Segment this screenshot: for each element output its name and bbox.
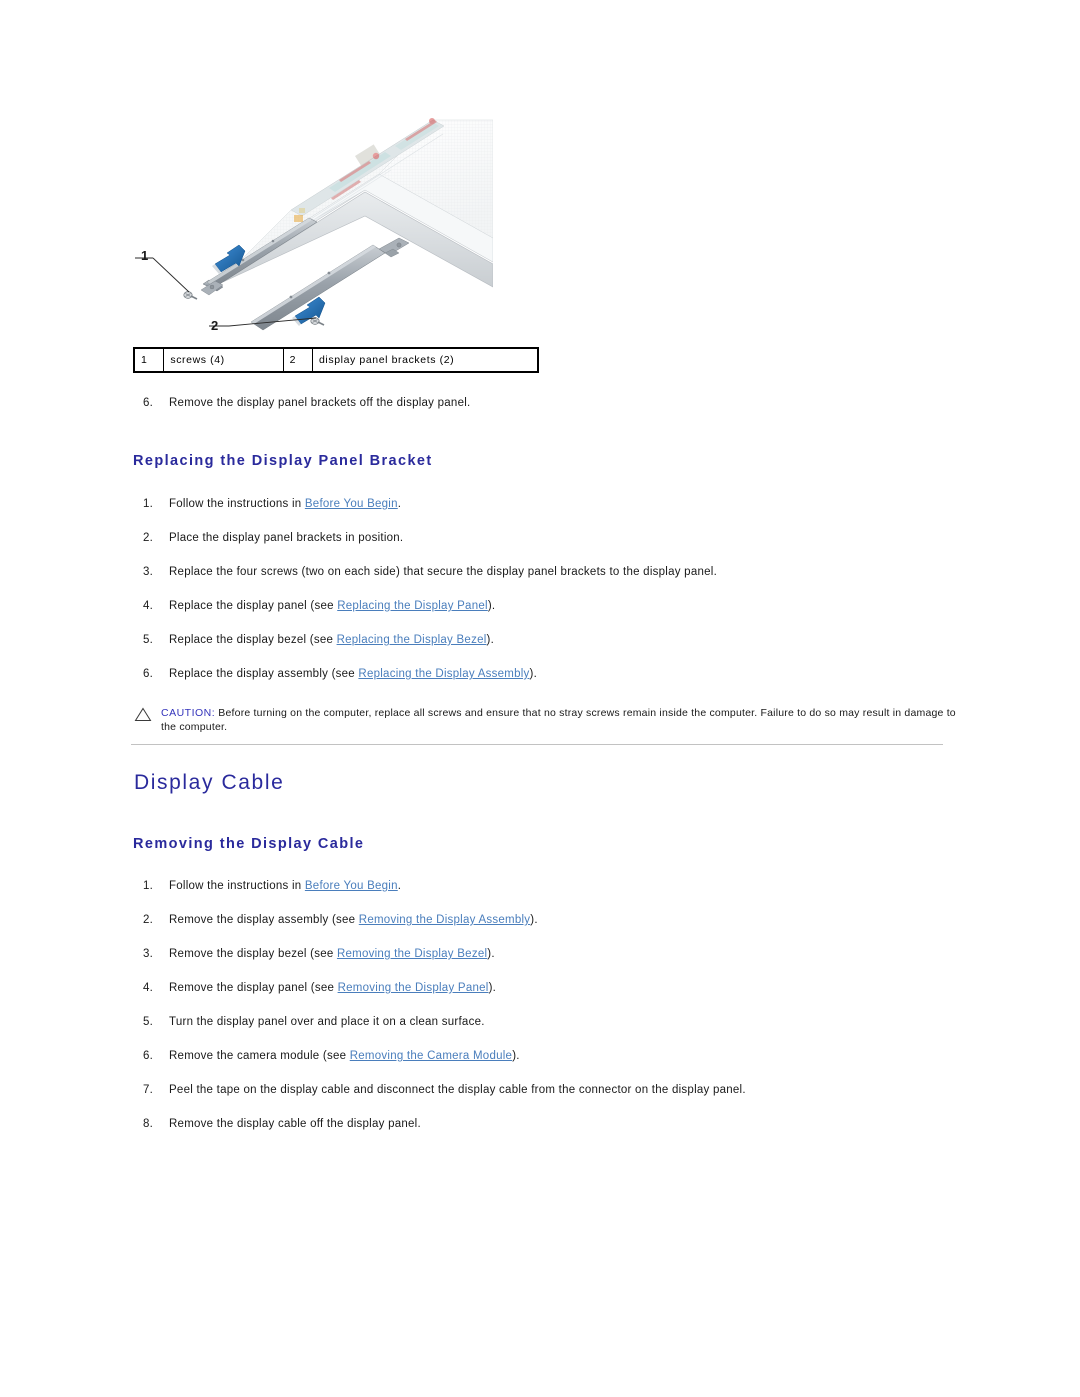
step-number: 6. [143,1050,154,1062]
step-text-tail: ). [488,982,497,994]
cross-reference-link[interactable]: Removing the Display Panel [338,982,489,994]
cross-reference-link[interactable]: Replacing the Display Assembly [358,668,529,680]
list-item: 1. Follow the instructions in Before You … [133,497,953,511]
step-text: Remove the camera module (see [169,1050,350,1062]
list-item: 2. Remove the display assembly (see Remov… [133,913,953,927]
step-text: Place the display panel brackets in posi… [169,532,404,544]
display-panel-bracket-figure: 1 2 [133,112,493,340]
cross-reference-link[interactable]: Removing the Display Assembly [359,914,531,926]
step-number: 2. [143,532,154,544]
step-text: Follow the instructions in [169,498,305,510]
step-number: 6. [143,668,154,680]
heading-display-cable: Display Cable [134,771,285,794]
list-item: 6. Remove the camera module (see Removing… [133,1049,953,1063]
step-text-tail: . [397,880,402,892]
list-item: 8. Remove the display cable off the displ… [133,1117,953,1131]
list-item: 4. Replace the display panel (see Replaci… [133,599,953,613]
step-text: Peel the tape on the display cable and d… [169,1084,746,1096]
step-text: Remove the display panel brackets off th… [169,397,471,409]
list-item: 6. Replace the display assembly (see Repl… [133,667,953,681]
step-number: 7. [143,1084,154,1096]
step-number: 5. [143,634,154,646]
step-text: Remove the display bezel (see [169,948,337,960]
step-text-tail: ). [529,668,538,680]
list-item: 7. Peel the tape on the display cable and… [133,1083,953,1097]
step-number: 4. [143,982,154,994]
figure-callout-table: 1 screws (4) 2 display panel brackets (2… [133,347,539,373]
section-divider [131,744,943,745]
screw-upper [183,291,198,300]
step-text: Remove the display cable off the display… [169,1118,421,1130]
cross-reference-link[interactable]: Before You Begin [305,498,398,510]
step-text: Replace the four screws (two on each sid… [169,566,718,578]
step-text: Remove the display panel (see [169,982,338,994]
callout-number-2: 2 [282,347,313,373]
step-number: 1. [143,880,154,892]
list-item: 4. Remove the display panel (see Removing… [133,981,953,995]
heading-replacing-display-panel-bracket: Replacing the Display Panel Bracket [133,453,433,469]
step-text: Remove the display assembly (see [169,914,359,926]
caution-label: CAUTION: [161,707,216,719]
step-number: 6. [143,397,154,409]
step-text-tail: ). [486,634,495,646]
cross-reference-link[interactable]: Removing the Camera Module [350,1050,512,1062]
callout-label-1: screws (4) [163,347,284,373]
removing-display-cable-step-list: 1. Follow the instructions in Before You … [133,879,953,1151]
display-panel-bracket-upper [183,217,318,300]
step-number: 3. [143,948,154,960]
document-page: 1 2 1 screws (4) 2 display panel bracket… [0,0,1080,1397]
step-text: Replace the display assembly (see [169,668,359,680]
step-number: 2. [143,914,154,926]
step-number: 1. [143,498,154,510]
step-text: Replace the display bezel (see [169,634,337,646]
heading-removing-display-cable: Removing the Display Cable [133,836,365,852]
step-text: Turn the display panel over and place it… [169,1016,485,1028]
step-text-tail: . [397,498,402,510]
list-item: 1. Follow the instructions in Before You … [133,879,953,893]
callout-number-1: 1 [133,347,165,373]
cross-reference-link[interactable]: Replacing the Display Panel [337,600,488,612]
pre-table-step-list: 6. Remove the display panel brackets off… [133,396,953,430]
list-item: 2. Place the display panel brackets in po… [133,531,953,545]
step-number: 8. [143,1118,154,1130]
step-text-tail: ). [512,1050,520,1062]
callout-label-2: display panel brackets (2) [311,347,539,373]
list-item: 5. Replace the display bezel (see Replaci… [133,633,953,647]
step-number: 4. [143,600,154,612]
warning-triangle-icon [134,707,152,721]
figure-illustration: 1 2 [135,118,493,333]
caution-note: CAUTION: Before turning on the computer,… [133,706,973,734]
cross-reference-link[interactable]: Before You Begin [305,880,398,892]
step-text: Follow the instructions in [169,880,305,892]
caution-text: Before turning on the computer, replace … [161,707,956,733]
replacing-bracket-step-list: 1. Follow the instructions in Before You … [133,497,953,701]
cross-reference-link[interactable]: Replacing the Display Bezel [337,634,487,646]
step-number: 3. [143,566,154,578]
figure-callout-number-2: 2 [211,318,218,333]
figure-callout-number-1: 1 [141,248,148,263]
list-item: 3. Remove the display bezel (see Removing… [133,947,953,961]
list-item: 3. Replace the four screws (two on each s… [133,565,953,579]
list-item: 6. Remove the display panel brackets off… [133,396,953,410]
step-number: 5. [143,1016,154,1028]
step-text-tail: ). [530,914,538,926]
list-item: 5. Turn the display panel over and place … [133,1015,953,1029]
step-text-tail: ). [487,948,495,960]
table-row: 1 screws (4) 2 display panel brackets (2… [133,347,539,373]
step-text-tail: ). [487,600,496,612]
step-text: Replace the display panel (see [169,600,338,612]
cross-reference-link[interactable]: Removing the Display Bezel [337,948,487,960]
